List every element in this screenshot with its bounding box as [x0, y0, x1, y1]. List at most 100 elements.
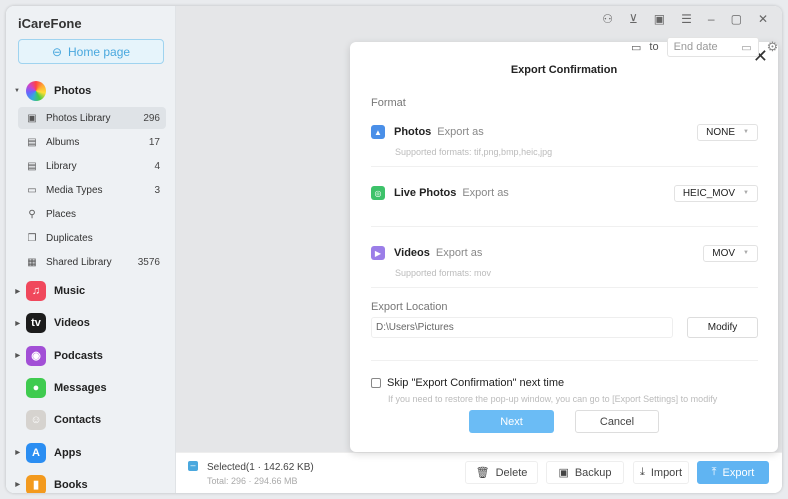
library-icon: ▤	[27, 160, 37, 172]
sidebar-item-media-types[interactable]: ▭ Media Types 3	[18, 179, 166, 201]
app-window: iCareFone ⊖ Home page ▼ Photos ▣ Photos Li…	[6, 6, 782, 493]
pin-icon: ⚲	[28, 208, 36, 220]
sidebar-category-messages[interactable]: ● Messages	[6, 375, 176, 401]
sidebar-item-places[interactable]: ⚲ Places	[18, 203, 166, 225]
export-confirmation-dialog: Export Confirmation ✕ Format ▲ Photos Exp…	[350, 42, 778, 452]
button-label: Backup	[574, 466, 612, 479]
backup-button[interactable]: ▣ Backup	[546, 461, 624, 484]
select-value: MOV	[712, 247, 736, 259]
export-location-value: D:\Users\Pictures	[376, 322, 454, 333]
cancel-button[interactable]: Cancel	[575, 410, 659, 433]
music-app-icon: ♫	[26, 281, 46, 301]
total-summary: Total: 296 · 294.66 MB	[207, 476, 298, 486]
sidebar-item-albums[interactable]: ▤ Albums 17	[18, 131, 166, 153]
sidebar-item-shared-library[interactable]: ▦ Shared Library 3576	[18, 251, 166, 273]
category-label: Messages	[54, 381, 107, 394]
format-label: Format	[371, 97, 406, 109]
sidebar-category-contacts[interactable]: ☺ Contacts	[6, 407, 176, 433]
export-location-input[interactable]: D:\Users\Pictures	[371, 317, 673, 338]
photos-format-select[interactable]: NONE ▼	[697, 123, 758, 141]
download-icon[interactable]: ⊻	[629, 12, 638, 26]
calendar-icon[interactable]: ▭	[631, 41, 641, 54]
select-all-checkbox[interactable]: –	[188, 461, 198, 471]
sidebar-item-label: Duplicates	[46, 232, 93, 244]
sidebar-item-photos-library[interactable]: ▣ Photos Library 296	[18, 107, 166, 129]
sidebar-category-apps[interactable]: ▶ A Apps	[6, 440, 176, 466]
expand-arrow-icon[interactable]: ▶	[6, 481, 26, 488]
live-photo-icon: ◎	[371, 186, 385, 200]
category-label: Apps	[54, 446, 82, 459]
expand-arrow-icon[interactable]: ▶	[6, 320, 26, 327]
photos-hint: Supported formats: tif,png,bmp,heic,jpg	[395, 147, 553, 157]
sidebar-category-videos[interactable]: ▶ tv Videos	[6, 310, 176, 336]
button-label: Delete	[495, 466, 528, 479]
sidebar-category-photos[interactable]: ▼ Photos	[6, 78, 176, 104]
videos-hint: Supported formats: mov	[395, 268, 492, 278]
app-title: iCareFone	[18, 16, 82, 31]
messages-app-icon: ●	[26, 377, 46, 398]
export-as-label: Export as	[435, 247, 483, 259]
apps-app-icon: A	[26, 442, 46, 463]
select-value: NONE	[706, 126, 736, 138]
select-value: HEIC_MOV	[682, 187, 736, 199]
sidebar-item-label: Albums	[46, 136, 80, 148]
live-photos-format-select[interactable]: HEIC_MOV ▼	[673, 184, 758, 202]
checkbox-icon[interactable]	[371, 378, 381, 388]
maximize-icon[interactable]: ▢	[731, 12, 742, 26]
export-as-label: Export as	[437, 126, 484, 138]
home-page-button[interactable]: ⊖ Home page	[18, 39, 164, 64]
end-date-input[interactable]: End date ▭	[666, 37, 759, 57]
videos-format-select[interactable]: MOV ▼	[703, 244, 758, 262]
date-filter: ▭ to End date ▭ ⚙	[631, 37, 778, 57]
modify-button[interactable]: Modify	[687, 317, 758, 338]
podcasts-app-icon: ◉	[26, 345, 46, 366]
window-controls: ⚇ ⊻ ▣ ☰ – ▢ ✕	[602, 12, 768, 26]
trash-icon: 🗑	[475, 467, 490, 479]
chevron-down-icon: ▼	[743, 129, 749, 135]
feedback-icon[interactable]: ▣	[654, 12, 665, 26]
skip-hint: If you need to restore the pop-up window…	[388, 394, 718, 404]
sidebar-item-library[interactable]: ▤ Library 4	[18, 155, 166, 177]
sidebar-item-count: 4	[154, 160, 160, 172]
expand-arrow-icon[interactable]: ▶	[6, 288, 26, 295]
settings-gear-icon[interactable]: ⚙	[767, 39, 779, 55]
expand-arrow-icon[interactable]: ▼	[6, 88, 26, 94]
sidebar-item-duplicates[interactable]: ❐ Duplicates	[18, 227, 166, 249]
skip-confirmation-checkbox[interactable]: Skip "Export Confirmation" next time	[371, 377, 564, 389]
main-area: ⚇ ⊻ ▣ ☰ – ▢ ✕ ▭ to End date ▭ ⚙ Export Co…	[176, 6, 782, 493]
next-button[interactable]: Next	[469, 410, 554, 433]
category-label: Podcasts	[54, 349, 103, 362]
live-photos-format-row: ◎ Live Photos Export as HEIC_MOV ▼	[371, 183, 758, 203]
account-icon[interactable]: ⚇	[602, 12, 613, 26]
sidebar-category-books[interactable]: ▶ ▮ Books	[6, 472, 176, 493]
shared-icon: ▦	[27, 256, 37, 268]
export-location-label: Export Location	[371, 301, 448, 313]
album-icon: ▤	[27, 136, 37, 148]
divider	[371, 226, 758, 227]
expand-arrow-icon[interactable]: ▶	[6, 449, 26, 456]
videos-app-icon: tv	[26, 313, 46, 334]
sidebar-category-podcasts[interactable]: ▶ ◉ Podcasts	[6, 343, 176, 369]
sidebar-category-music[interactable]: ▶ ♫ Music	[6, 278, 176, 304]
button-label: Import	[650, 466, 683, 479]
sidebar-item-label: Media Types	[46, 184, 103, 196]
dialog-title: Export Confirmation	[510, 64, 618, 76]
divider	[371, 287, 758, 288]
videos-format-row: ▶ Videos Export as MOV ▼	[371, 243, 758, 263]
play-icon: ▶	[371, 246, 385, 260]
sidebar: iCareFone ⊖ Home page ▼ Photos ▣ Photos Li…	[6, 6, 176, 493]
export-icon: ⤒	[711, 466, 717, 478]
delete-button[interactable]: 🗑 Delete	[465, 461, 538, 484]
calendar-icon: ▭	[741, 41, 752, 54]
minimize-icon[interactable]: –	[708, 12, 715, 26]
expand-arrow-icon[interactable]: ▶	[6, 352, 26, 359]
divider	[371, 360, 758, 361]
export-as-label: Export as	[462, 187, 509, 199]
export-button[interactable]: ⤒ Export	[697, 461, 769, 484]
close-window-icon[interactable]: ✕	[758, 12, 768, 26]
menu-icon[interactable]: ☰	[681, 12, 692, 26]
to-label: to	[649, 41, 659, 53]
contacts-app-icon: ☺	[26, 410, 46, 431]
import-button[interactable]: ⤓ Import	[633, 461, 689, 484]
import-icon: ⤓	[639, 466, 645, 478]
